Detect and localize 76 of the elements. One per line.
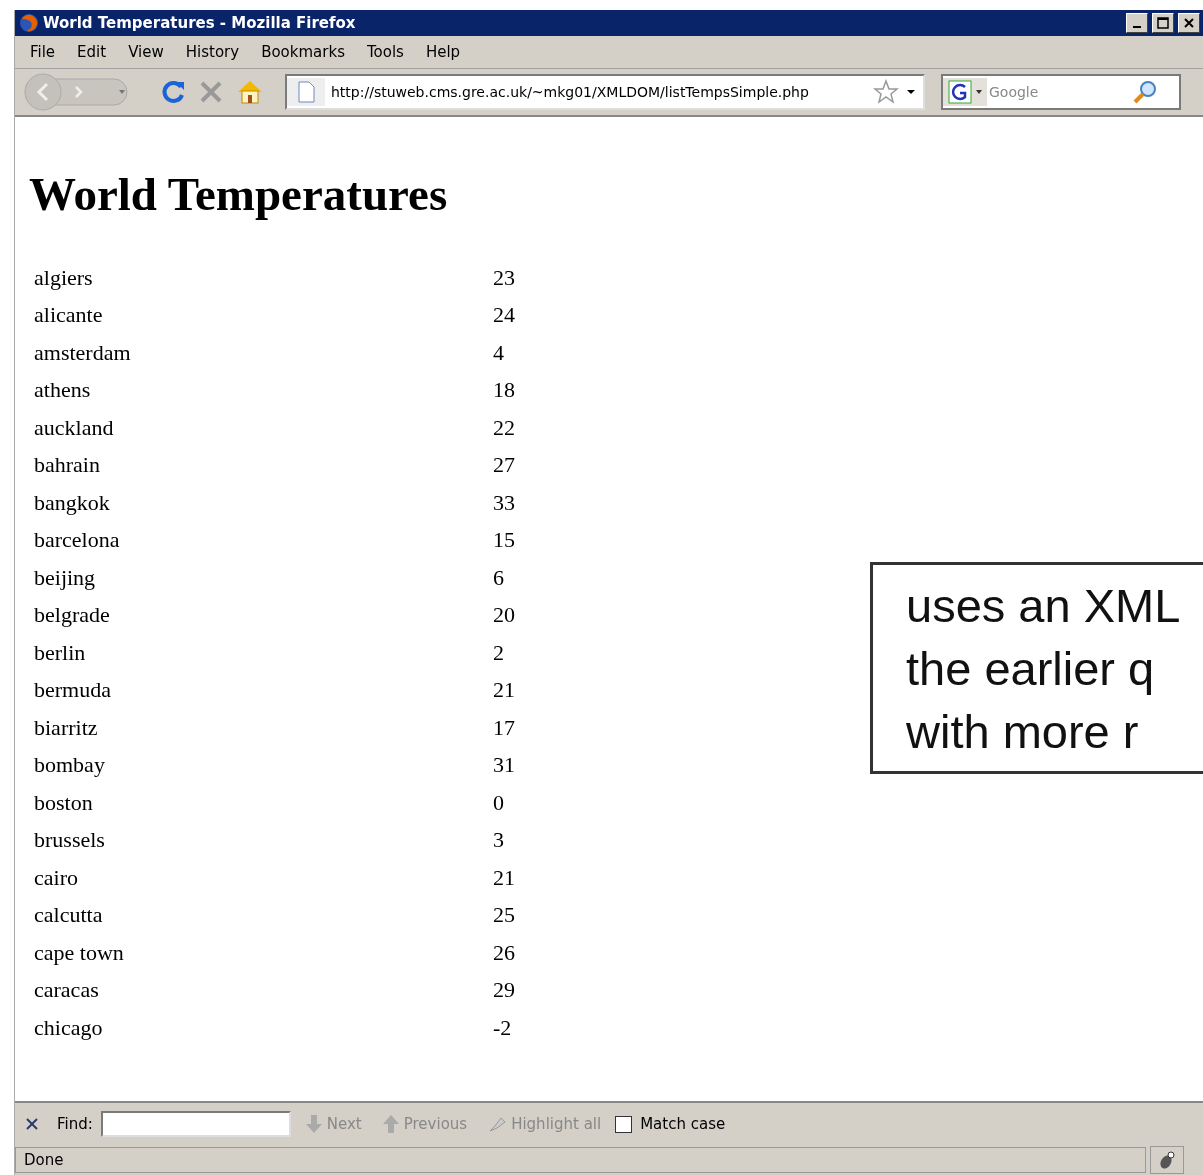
temperature-value: 15 [493,527,516,554]
temperature-value: 31 [493,752,516,779]
city-name: bombay [34,752,106,779]
maximize-icon [1157,17,1169,29]
city-name: biarritz [34,714,99,741]
city-name: belgrade [34,602,111,629]
find-label: Find: [57,1115,93,1133]
temperature-value: 17 [493,714,516,741]
firefox-icon [19,13,39,33]
temperature-value: 3 [493,827,505,854]
city-name: barcelona [34,527,121,554]
dropdown-arrow-icon[interactable] [905,87,917,97]
temperature-value: 23 [493,264,516,291]
temperature-value: 18 [493,377,516,404]
status-text: Done [15,1147,1146,1173]
city-name: algiers [34,264,94,291]
temperature-value: 20 [493,602,516,629]
menu-item[interactable]: Edit [66,43,118,61]
city-name: caracas [34,977,100,1004]
city-name: brussels [34,827,106,854]
down-arrow-icon [304,1114,323,1134]
temperature-value: 26 [493,939,516,966]
temperature-value: -2 [493,1014,513,1041]
search-engine-icon[interactable] [943,78,987,106]
city-name: bangkok [34,489,111,516]
callout-text: the earlier q [906,640,1156,697]
address-bar[interactable]: http://stuweb.cms.gre.ac.uk/~mkg01/XMLDOM/listTempsSimple.php [285,74,925,110]
city-name: chicago [34,1014,104,1041]
up-arrow-icon [381,1114,400,1134]
match-case-checkbox[interactable]: Match case [615,1115,726,1133]
city-name: bahrain [34,452,101,479]
city-name: alicante [34,302,104,329]
search-icon[interactable] [1131,79,1159,105]
temperature-value: 29 [493,977,516,1004]
city-name: calcutta [34,902,104,929]
menu-item[interactable]: History [174,43,251,61]
star-icon[interactable] [873,79,899,105]
close-icon[interactable] [25,1117,39,1131]
temperature-value: 27 [493,452,516,479]
temperature-value: 6 [493,564,505,591]
temperature-value: 25 [493,902,516,929]
temperature-value: 4 [493,339,505,366]
city-name: beijing [34,564,97,591]
temperature-value: 21 [493,677,516,704]
temperature-value: 2 [493,639,505,666]
temperature-value: 33 [493,489,516,516]
city-name: boston [34,789,94,816]
menu-item[interactable]: Help [414,43,472,61]
city-name: bermuda [34,677,112,704]
minimize-icon [1133,26,1141,28]
close-button[interactable] [1178,13,1200,33]
search-box[interactable]: Google [941,74,1181,110]
city-name: athens [34,377,92,404]
maximize-button[interactable] [1152,13,1174,33]
callout-text: with more r [906,703,1140,760]
checkbox[interactable] [615,1115,633,1133]
menu-item[interactable]: Tools [355,43,415,61]
page-icon [287,78,325,106]
menu-item[interactable]: Bookmarks [250,43,356,61]
city-name: cairo [34,864,79,891]
page-heading: World Temperatures [29,167,449,221]
minimize-button[interactable] [1126,13,1148,33]
find-field[interactable] [100,1111,291,1137]
temperature-value: 0 [493,789,505,816]
city-name: berlin [34,639,87,666]
menu-item[interactable]: View [117,43,175,61]
menu-item[interactable]: File [19,43,67,61]
city-name: cape town [34,939,125,966]
window-title: World Temperatures - Mozilla Firefox [43,14,357,32]
close-icon [1184,18,1194,28]
temperature-value: 24 [493,302,516,329]
callout-text: uses an XML [906,577,1182,634]
temperature-value: 22 [493,414,516,441]
city-name: auckland [34,414,115,441]
city-name: amsterdam [34,339,132,366]
temperature-value: 21 [493,864,516,891]
